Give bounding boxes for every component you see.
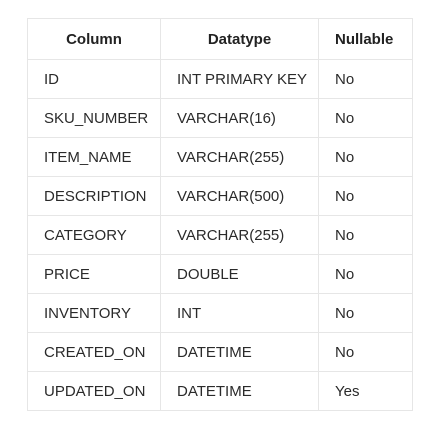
table-row: ITEM_NAME VARCHAR(255) No (27, 137, 413, 177)
cell-datatype: VARCHAR(255) (160, 215, 319, 255)
cell-nullable: Yes (318, 371, 413, 411)
table-header: Column Datatype Nullable (27, 18, 413, 60)
table-row: SKU_NUMBER VARCHAR(16) No (27, 98, 413, 138)
cell-datatype: VARCHAR(16) (160, 98, 319, 138)
schema-table-container: Column Datatype Nullable ID INT PRIMARY … (27, 18, 413, 411)
table-row: ID INT PRIMARY KEY No (27, 59, 413, 99)
cell-nullable: No (318, 293, 413, 333)
cell-column: DESCRIPTION (27, 176, 161, 216)
cell-column: UPDATED_ON (27, 371, 161, 411)
cell-nullable: No (318, 215, 413, 255)
cell-nullable: No (318, 332, 413, 372)
cell-datatype: INT (160, 293, 319, 333)
cell-nullable: No (318, 137, 413, 177)
cell-datatype: DOUBLE (160, 254, 319, 294)
cell-column: ID (27, 59, 161, 99)
cell-nullable: No (318, 59, 413, 99)
cell-nullable: No (318, 254, 413, 294)
cell-nullable: No (318, 98, 413, 138)
cell-datatype: DATETIME (160, 371, 319, 411)
cell-column: SKU_NUMBER (27, 98, 161, 138)
cell-column: PRICE (27, 254, 161, 294)
cell-nullable: No (318, 176, 413, 216)
schema-table: Column Datatype Nullable ID INT PRIMARY … (27, 18, 413, 411)
column-header: Column (27, 18, 161, 60)
nullable-header: Nullable (318, 18, 413, 60)
table-row: UPDATED_ON DATETIME Yes (27, 371, 413, 411)
datatype-header: Datatype (160, 18, 319, 60)
cell-column: INVENTORY (27, 293, 161, 333)
cell-column: ITEM_NAME (27, 137, 161, 177)
table-row: CATEGORY VARCHAR(255) No (27, 215, 413, 255)
cell-datatype: DATETIME (160, 332, 319, 372)
cell-column: CREATED_ON (27, 332, 161, 372)
cell-datatype: INT PRIMARY KEY (160, 59, 319, 99)
header-row: Column Datatype Nullable (27, 18, 413, 60)
table-body: ID INT PRIMARY KEY No SKU_NUMBER VARCHAR… (27, 59, 413, 411)
cell-column: CATEGORY (27, 215, 161, 255)
table-row: PRICE DOUBLE No (27, 254, 413, 294)
cell-datatype: VARCHAR(255) (160, 137, 319, 177)
cell-datatype: VARCHAR(500) (160, 176, 319, 216)
table-row: CREATED_ON DATETIME No (27, 332, 413, 372)
table-row: INVENTORY INT No (27, 293, 413, 333)
table-row: DESCRIPTION VARCHAR(500) No (27, 176, 413, 216)
